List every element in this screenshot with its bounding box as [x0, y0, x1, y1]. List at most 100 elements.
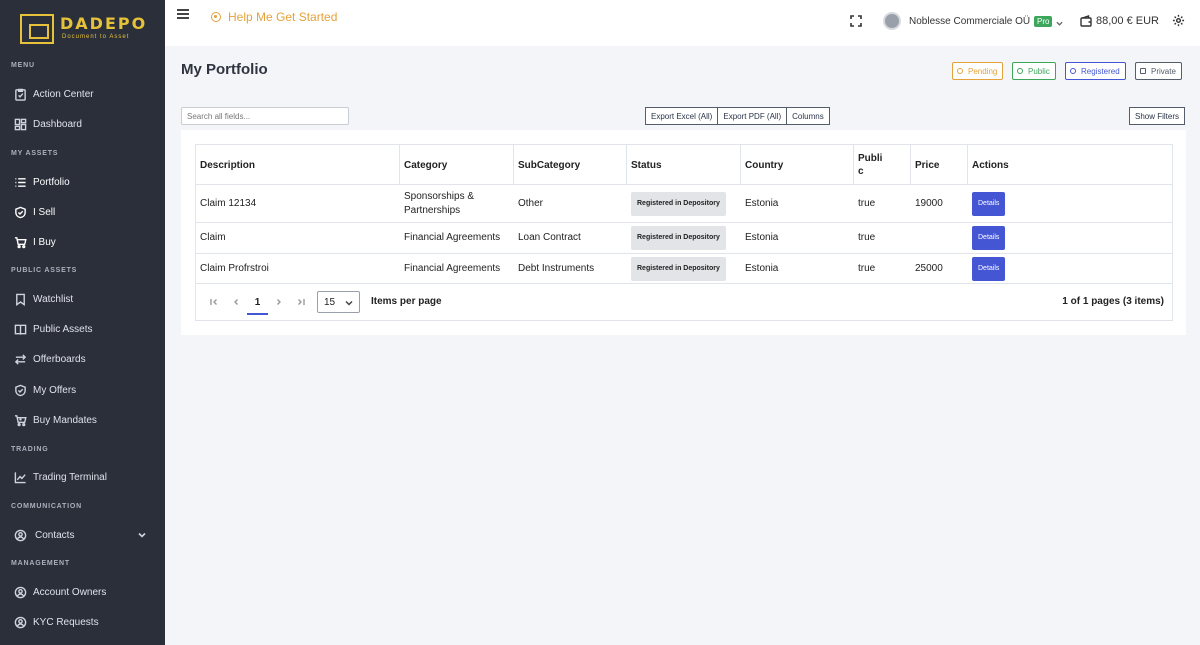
sidebar-item-portfolio[interactable]: Portfolio — [0, 169, 165, 195]
lock-icon — [1140, 68, 1146, 74]
book-icon — [14, 323, 27, 336]
sidebar-item-account-owners[interactable]: Account Owners — [0, 579, 165, 605]
table-row[interactable]: Claim 12134 Sponsorships & Partnerships … — [196, 185, 1172, 223]
page-title: My Portfolio — [181, 61, 268, 78]
section-title-menu: MENU — [11, 62, 35, 69]
pager-info: 1 of 1 pages (3 items) — [1062, 296, 1164, 307]
search-input[interactable] — [181, 107, 349, 125]
column-header-category[interactable]: Category — [400, 145, 514, 185]
sidebar-item-buy-mandates[interactable]: Buy Mandates — [0, 407, 165, 433]
details-button[interactable]: Details — [972, 226, 1006, 250]
sidebar-item-label: Dashboard — [33, 118, 82, 130]
list-icon — [14, 176, 27, 189]
sidebar-item-watchlist[interactable]: Watchlist — [0, 286, 165, 312]
column-header-public[interactable]: Publi c — [854, 145, 911, 185]
cell-category: Sponsorships & Partnerships — [404, 190, 475, 216]
clock-icon — [957, 68, 963, 74]
cart-icon — [14, 236, 27, 249]
sidebar-item-i-buy[interactable]: I Buy — [0, 229, 165, 255]
help-label: Help Me Get Started — [228, 10, 338, 24]
column-header-status[interactable]: Status — [627, 145, 741, 185]
cell-country: Estonia — [745, 197, 779, 209]
legend-label: Registered — [1081, 66, 1120, 76]
last-page-icon[interactable] — [296, 297, 306, 307]
clipboard-icon — [14, 88, 27, 101]
page-size-select[interactable]: 15 — [317, 291, 360, 313]
gear-icon[interactable] — [1172, 14, 1185, 27]
column-header-description[interactable]: Description — [196, 145, 400, 185]
sidebar-item-offerboards[interactable]: Offerboards — [0, 346, 165, 372]
cell-public: true — [858, 232, 876, 243]
cell-price: 25000 — [915, 262, 943, 274]
sidebar-item-my-offers[interactable]: My Offers — [0, 377, 165, 403]
legend-label: Pending — [968, 66, 998, 76]
section-title-trading: TRADING — [11, 446, 49, 453]
section-title-public-assets: PUBLIC ASSETS — [11, 267, 78, 274]
cell-status: Registered in Depository — [627, 254, 741, 283]
chevron-down-icon — [345, 300, 353, 306]
wallet-balance[interactable]: 88,00 € EUR — [1080, 15, 1159, 27]
avatar[interactable] — [883, 12, 901, 30]
legend-private[interactable]: Private — [1135, 62, 1182, 80]
export-excel-button[interactable]: Export Excel (All) — [645, 107, 719, 125]
help-link[interactable]: Help Me Get Started — [211, 10, 337, 24]
legend-registered[interactable]: Registered — [1065, 62, 1126, 80]
details-button[interactable]: Details — [972, 256, 1006, 281]
sidebar-item-label: I Sell — [33, 206, 56, 218]
columns-button[interactable]: Columns — [786, 107, 830, 125]
legend-pending[interactable]: Pending — [952, 62, 1004, 80]
bookmark-icon — [14, 293, 27, 306]
sidebar-item-label: KYC Requests — [33, 616, 99, 628]
section-title-communication: COMMUNICATION — [11, 503, 82, 510]
sidebar-item-dashboard[interactable]: Dashboard — [0, 111, 165, 137]
chevron-down-icon[interactable] — [137, 530, 147, 540]
column-header-actions: Actions — [972, 159, 1009, 171]
logo-icon — [20, 14, 54, 44]
column-header-price[interactable]: Price — [911, 145, 968, 185]
cell-public: true — [858, 262, 876, 274]
export-pdf-button[interactable]: Export PDF (All) — [717, 107, 788, 125]
fullscreen-icon[interactable] — [850, 15, 862, 27]
top-bar: Help Me Get Started Noblesse Commerciale… — [165, 0, 1200, 46]
first-page-icon[interactable] — [209, 297, 219, 307]
hamburger-menu-icon[interactable] — [177, 9, 189, 21]
sidebar-item-kyc-requests[interactable]: KYC Requests — [0, 609, 165, 635]
column-header-public-line2: c — [858, 166, 864, 177]
sidebar-item-label: Public Assets — [33, 323, 93, 335]
sidebar-item-contacts[interactable]: Contacts — [0, 522, 165, 548]
portfolio-table: Description Category SubCategory Status … — [195, 144, 1173, 321]
sidebar-item-action-center[interactable]: Action Center — [0, 81, 165, 107]
details-button[interactable]: Details — [972, 191, 1006, 216]
sidebar: DADEPO Document to Asset MENU Action Cen… — [0, 0, 165, 645]
sidebar-item-label: Action Center — [33, 88, 94, 100]
sidebar-item-label: Trading Terminal — [33, 471, 107, 483]
sidebar-item-trading-terminal[interactable]: Trading Terminal — [0, 464, 165, 490]
next-page-icon[interactable] — [274, 297, 284, 307]
export-button-group: Export Excel (All) Export PDF (All) Colu… — [645, 107, 830, 125]
sidebar-item-i-sell[interactable]: I Sell — [0, 199, 165, 225]
balance-value: 88,00 € EUR — [1096, 15, 1159, 27]
column-header-country[interactable]: Country — [741, 145, 854, 185]
legend-public[interactable]: Public — [1012, 62, 1056, 80]
chevron-down-icon[interactable] — [1056, 18, 1063, 26]
cell-category: Financial Agreements — [404, 262, 501, 274]
column-header-subcategory[interactable]: SubCategory — [514, 145, 627, 185]
company-name[interactable]: Noblesse Commerciale OÜ — [909, 16, 1030, 27]
help-circle-icon — [211, 12, 221, 22]
globe-icon — [1017, 68, 1023, 74]
section-title-management: MANAGEMENT — [11, 560, 70, 567]
cell-category: Financial Agreements — [404, 232, 501, 243]
brand-tagline: Document to Asset — [62, 34, 130, 40]
column-header-public-line1: Publi — [858, 153, 883, 164]
table-row[interactable]: Claim Profrstroi Financial Agreements De… — [196, 254, 1172, 284]
cell-description: Claim 12134 — [200, 197, 257, 209]
items-per-page-label: Items per page — [371, 296, 442, 307]
table-row[interactable]: Claim Financial Agreements Loan Contract… — [196, 223, 1172, 254]
sidebar-item-label: Buy Mandates — [33, 414, 97, 426]
brand-logo[interactable]: DADEPO Document to Asset — [20, 12, 145, 48]
sidebar-item-public-assets[interactable]: Public Assets — [0, 316, 165, 342]
grid-icon — [14, 118, 27, 131]
prev-page-icon[interactable] — [231, 297, 241, 307]
page-number-current[interactable]: 1 — [247, 291, 268, 315]
show-filters-button[interactable]: Show Filters — [1129, 107, 1186, 125]
